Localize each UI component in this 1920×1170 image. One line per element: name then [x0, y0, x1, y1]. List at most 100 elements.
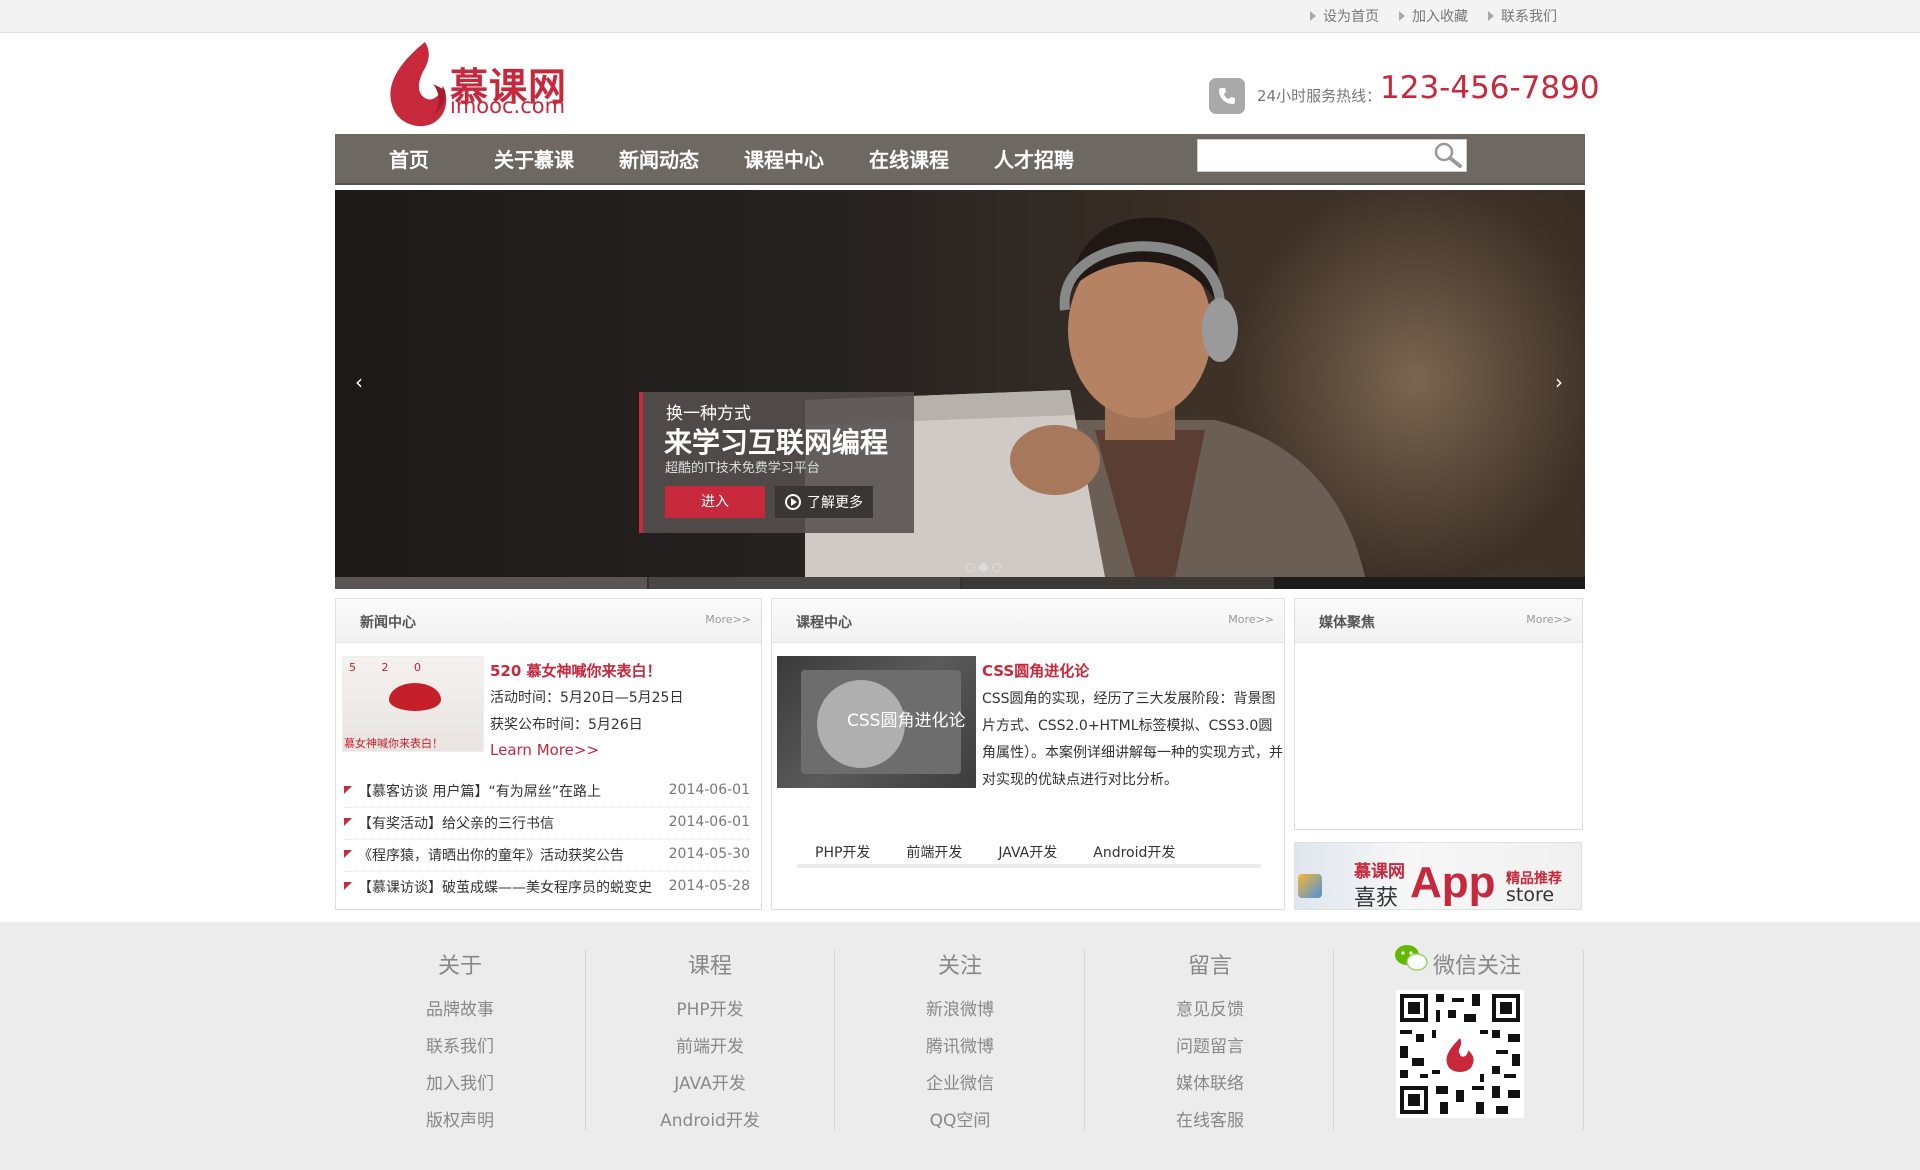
wechat-icon	[1395, 945, 1428, 971]
nav-careers[interactable]: 人才招聘	[994, 134, 1074, 183]
news-list-item[interactable]: 《程序猿，请晒出你的童年》活动获奖公告 2014-05-30	[344, 841, 750, 872]
news-item-date: 2014-06-01	[668, 782, 750, 798]
footer-link[interactable]: 媒体联络	[1085, 1066, 1335, 1103]
footer-link[interactable]: 意见反馈	[1085, 992, 1335, 1029]
set-homepage-link[interactable]: 设为首页	[1310, 6, 1379, 26]
nav-news[interactable]: 新闻动态	[619, 134, 699, 183]
footer-link[interactable]: 新浪微博	[835, 992, 1085, 1029]
news-list-item[interactable]: 【慕客访谈 用户篇】“有为屌丝”在路上 2014-06-01	[344, 777, 750, 808]
media-panel: 媒体聚焦 More>>	[1294, 598, 1583, 830]
footer-link[interactable]: 前端开发	[585, 1029, 835, 1066]
footer-col-courses: 课程 PHP开发 前端开发 JAVA开发 Android开发	[585, 940, 835, 1140]
footer-link[interactable]: 企业微信	[835, 1066, 1085, 1103]
course-description: CSS圆角的实现，经历了三大发展阶段：背景图片方式、CSS2.0+HTML标签模…	[982, 691, 1283, 788]
slide-tab-4[interactable]	[1273, 577, 1585, 589]
footer-col-title: 关于	[437, 954, 482, 979]
contact-us-link[interactable]: 联系我们	[1488, 6, 1557, 26]
learn-more-button[interactable]: 了解更多	[775, 486, 873, 518]
footer-link[interactable]: 问题留言	[1085, 1029, 1335, 1066]
course-panel-header: 课程中心 More>>	[772, 599, 1284, 643]
footer-link[interactable]: PHP开发	[585, 992, 835, 1029]
course-thumbnail[interactable]: CSS圆角进化论	[777, 656, 976, 788]
app-banner-won: 喜获	[1354, 886, 1399, 911]
media-panel-header: 媒体聚焦 More>>	[1295, 599, 1582, 643]
thumbnail-caption-bottom: 慕女神喊你来表白！	[344, 737, 443, 750]
tab-frontend[interactable]: 前端开发	[906, 842, 962, 864]
top-links: 设为首页 加入收藏 联系我们	[1310, 0, 1557, 32]
search-input[interactable]	[1197, 139, 1467, 172]
set-homepage-label: 设为首页	[1323, 9, 1379, 25]
add-favorite-link[interactable]: 加入收藏	[1399, 6, 1468, 26]
news-panel-title: 新闻中心	[360, 615, 416, 631]
course-category-tabs: PHP开发 前端开发 JAVA开发 Android开发	[797, 842, 1261, 868]
news-item-title: 【慕课访谈】破茧成蝶——美女程序员的蜕变史	[358, 880, 652, 896]
nav-online-courses[interactable]: 在线课程	[869, 134, 949, 183]
hero-banner[interactable]	[335, 190, 1585, 577]
hotline-number: 123-456-7890	[1380, 70, 1600, 106]
news-item-date: 2014-05-28	[668, 878, 750, 894]
footer-link[interactable]: 版权声明	[335, 1103, 585, 1140]
nav-home[interactable]: 首页	[389, 134, 429, 183]
slide-tab-3[interactable]	[960, 577, 1274, 589]
footer-col-title: 留言	[1187, 954, 1232, 979]
search-icon[interactable]	[1430, 139, 1466, 172]
slide-dot-2[interactable]	[979, 563, 988, 572]
footer-link[interactable]: Android开发	[585, 1103, 835, 1140]
course-headline[interactable]: CSS圆角进化论	[982, 660, 1089, 681]
play-icon	[785, 494, 801, 510]
nav-courses[interactable]: 课程中心	[744, 134, 824, 183]
slide-dot-3[interactable]	[992, 563, 1001, 572]
news-item-title: 《程序猿，请晒出你的童年》活动获奖公告	[358, 848, 624, 864]
arrow-icon	[1310, 11, 1316, 21]
footer-col-message: 留言 意见反馈 问题留言 媒体联络 在线客服	[1085, 940, 1335, 1140]
app-banner-app: App	[1410, 858, 1496, 907]
arrow-icon	[1488, 11, 1494, 21]
media-panel-title: 媒体聚焦	[1319, 615, 1375, 631]
news-item-date: 2014-05-30	[668, 846, 750, 862]
banner-photo	[805, 217, 1365, 577]
tab-android[interactable]: Android开发	[1093, 842, 1175, 864]
news-item-date: 2014-06-01	[668, 814, 750, 830]
learn-more-label: 了解更多	[807, 495, 863, 511]
news-item-title: 【慕客访谈 用户篇】“有为屌丝”在路上	[358, 784, 601, 800]
course-more-link[interactable]: More>>	[1228, 613, 1274, 626]
media-more-link[interactable]: More>>	[1526, 613, 1572, 626]
announce-time: 获奖公布时间：5月26日	[490, 717, 643, 733]
slide-tab-2[interactable]	[646, 577, 960, 589]
footer-link[interactable]: 品牌故事	[335, 992, 585, 1029]
news-panel-header: 新闻中心 More>>	[336, 599, 761, 643]
footer-link[interactable]: 腾讯微博	[835, 1029, 1085, 1066]
news-headline[interactable]: 520 慕女神喊你来表白！	[490, 660, 662, 681]
wechat-title: 微信关注	[1433, 954, 1522, 979]
activity-time: 活动时间：5月20日—5月25日	[490, 690, 684, 706]
footer-link[interactable]: 加入我们	[335, 1066, 585, 1103]
news-list-item[interactable]: 【慕课访谈】破茧成蝶——美女程序员的蜕变史 2014-05-28	[344, 873, 750, 917]
app-logo-icon	[1298, 874, 1322, 898]
app-banner-brand: 慕课网	[1354, 862, 1405, 882]
slide-tab-1[interactable]	[335, 577, 647, 589]
contact-us-label: 联系我们	[1501, 9, 1557, 25]
qr-code-icon	[1396, 990, 1524, 1118]
nav-about[interactable]: 关于慕课	[494, 134, 574, 183]
slide-dot-1[interactable]	[966, 563, 975, 572]
flag-icon	[344, 818, 352, 826]
news-list-item[interactable]: 【有奖活动】给父亲的三行书信 2014-06-01	[344, 809, 750, 840]
banner-prev-arrow[interactable]: ‹	[355, 370, 363, 394]
footer-link[interactable]: 联系我们	[335, 1029, 585, 1066]
footer-link[interactable]: JAVA开发	[585, 1066, 835, 1103]
news-item-title: 【有奖活动】给父亲的三行书信	[358, 816, 554, 832]
lips-image	[389, 683, 441, 711]
news-more-link[interactable]: More>>	[705, 613, 751, 626]
learn-more-link[interactable]: Learn More>>	[490, 741, 599, 759]
enter-button[interactable]: 进入	[665, 486, 765, 518]
footer-col-title: 课程	[687, 954, 732, 979]
slide-progress-bar	[335, 577, 1585, 589]
tab-php[interactable]: PHP开发	[815, 842, 870, 864]
brand-domain[interactable]: imooc.com	[450, 94, 565, 118]
banner-next-arrow[interactable]: ›	[1555, 370, 1563, 394]
course-thumbnail-caption: CSS圆角进化论	[847, 711, 966, 731]
footer-link[interactable]: 在线客服	[1085, 1103, 1335, 1140]
tab-java[interactable]: JAVA开发	[998, 842, 1057, 864]
footer-link[interactable]: QQ空间	[835, 1103, 1085, 1140]
flag-icon	[344, 786, 352, 794]
